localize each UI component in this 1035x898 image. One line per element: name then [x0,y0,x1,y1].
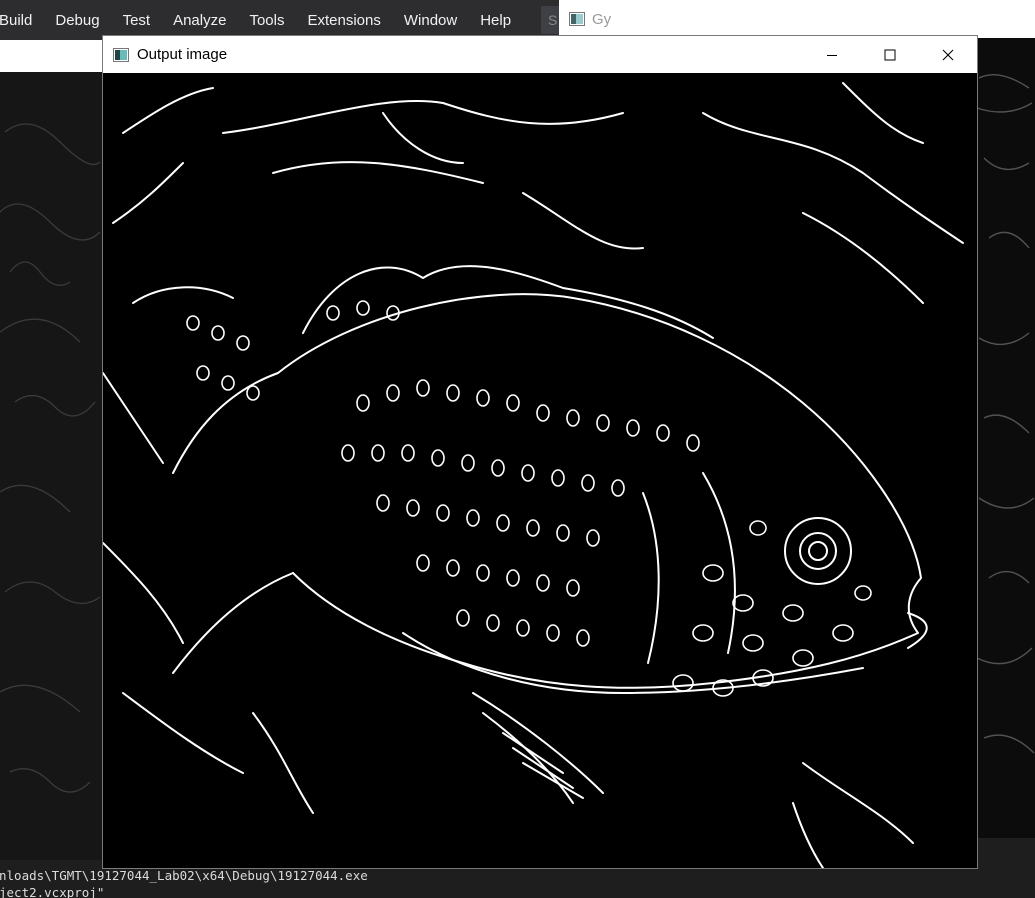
maximize-icon [884,49,896,60]
gy-window-title: Gy [592,10,612,28]
menu-extensions[interactable]: Extensions [307,12,380,29]
console-output: nloads\TGMT\19127044_Lab02\x64\Debug\191… [0,867,1035,898]
background-window-titlebar [0,40,104,72]
background-image [0,72,104,860]
console-line: nloads\TGMT\19127044_Lab02\x64\Debug\191… [0,868,368,883]
close-icon [942,49,954,60]
opencv-window-icon [569,12,585,26]
menu-test[interactable]: Test [123,12,151,29]
edge-detection-image [103,73,977,868]
menu-analyze[interactable]: Analyze [173,12,226,29]
menu-build[interactable]: Build [0,12,32,29]
output-titlebar[interactable]: Output image [103,36,977,73]
close-button[interactable] [919,36,977,73]
desktop: Build Debug Test Analyze Tools Extension… [0,0,1035,898]
window-controls [803,36,977,73]
minimize-button[interactable] [803,36,861,73]
fish-edge-drawing [103,73,977,868]
gy-titlebar[interactable]: Gy [559,0,1035,38]
minimize-icon [827,54,837,56]
output-image-window[interactable]: Output image [102,35,978,869]
console-line: ject2.vcxproj" [0,885,105,898]
maximize-button[interactable] [861,36,919,73]
menu-tools[interactable]: Tools [249,12,284,29]
menu-help[interactable]: Help [480,12,511,29]
menu-debug[interactable]: Debug [55,12,99,29]
menu-window[interactable]: Window [404,12,457,29]
background-image-texture [0,123,101,793]
opencv-window-icon [113,47,129,62]
output-window-title: Output image [137,46,228,63]
